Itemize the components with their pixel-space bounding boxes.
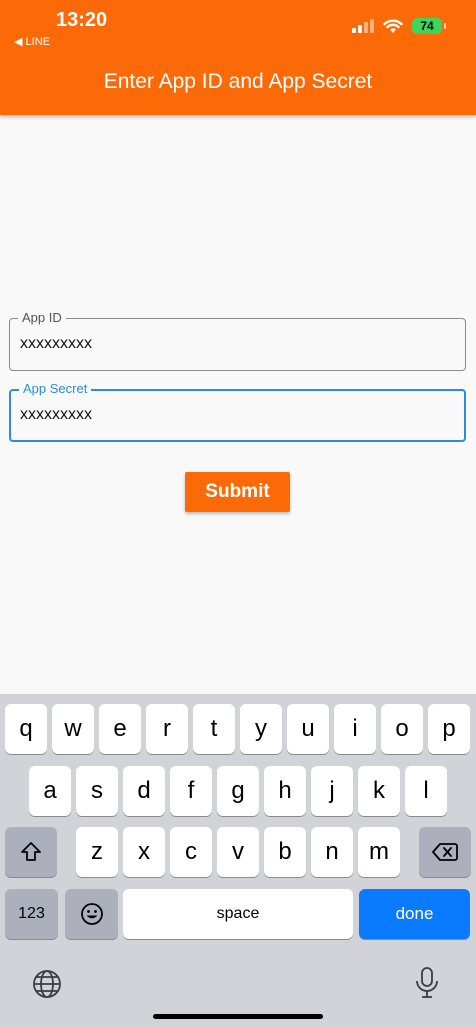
space-key[interactable]: space bbox=[123, 889, 353, 939]
signal-icon bbox=[352, 19, 374, 33]
page-title: Enter App ID and App Secret bbox=[103, 70, 373, 93]
wifi-icon bbox=[383, 19, 403, 33]
app-bar: 13:20 ◀ LINE 74 Enter App ID and App Sec… bbox=[0, 0, 476, 115]
key-k[interactable]: k bbox=[358, 766, 400, 816]
key-u[interactable]: u bbox=[287, 704, 329, 754]
app-id-value: xxxxxxxxx bbox=[20, 335, 92, 352]
backspace-key[interactable] bbox=[419, 827, 471, 877]
key-d[interactable]: d bbox=[123, 766, 165, 816]
numbers-key[interactable]: 123 bbox=[5, 889, 58, 939]
status-time: 13:20 bbox=[56, 9, 108, 31]
key-q[interactable]: q bbox=[5, 704, 47, 754]
key-g[interactable]: g bbox=[217, 766, 259, 816]
key-o[interactable]: o bbox=[381, 704, 423, 754]
key-z[interactable]: z bbox=[76, 827, 118, 877]
key-h[interactable]: h bbox=[264, 766, 306, 816]
key-s[interactable]: s bbox=[76, 766, 118, 816]
status-icons: 74 bbox=[352, 18, 446, 34]
emoji-icon bbox=[80, 903, 103, 925]
microphone-icon[interactable] bbox=[414, 966, 440, 1000]
shift-icon bbox=[21, 842, 41, 861]
emoji-key[interactable] bbox=[65, 889, 118, 939]
key-f[interactable]: f bbox=[170, 766, 212, 816]
battery-level: 74 bbox=[420, 19, 434, 33]
globe-icon[interactable] bbox=[31, 968, 63, 1000]
key-t[interactable]: t bbox=[193, 704, 235, 754]
app-id-label: App ID bbox=[18, 310, 66, 325]
done-key[interactable]: done bbox=[359, 889, 470, 939]
back-to-line-link[interactable]: ◀ LINE bbox=[14, 35, 50, 48]
key-i[interactable]: i bbox=[334, 704, 376, 754]
submit-button[interactable]: Submit bbox=[185, 472, 290, 512]
app-id-field[interactable]: App ID xxxxxxxxx bbox=[9, 310, 466, 371]
key-w[interactable]: w bbox=[52, 704, 94, 754]
backspace-icon bbox=[432, 843, 458, 861]
key-m[interactable]: m bbox=[358, 827, 400, 877]
key-v[interactable]: v bbox=[217, 827, 259, 877]
key-j[interactable]: j bbox=[311, 766, 353, 816]
keyboard: q w e r t y u i o p a s d f g h j k l z … bbox=[0, 694, 476, 1028]
key-c[interactable]: c bbox=[170, 827, 212, 877]
key-e[interactable]: e bbox=[99, 704, 141, 754]
battery-icon: 74 bbox=[412, 18, 446, 34]
key-p[interactable]: p bbox=[428, 704, 470, 754]
key-b[interactable]: b bbox=[264, 827, 306, 877]
home-indicator bbox=[153, 1014, 323, 1019]
key-r[interactable]: r bbox=[146, 704, 188, 754]
app-secret-label: App Secret bbox=[19, 381, 92, 396]
key-a[interactable]: a bbox=[29, 766, 71, 816]
key-l[interactable]: l bbox=[405, 766, 447, 816]
app-secret-value: xxxxxxxxx bbox=[20, 406, 92, 423]
shift-key[interactable] bbox=[5, 827, 57, 877]
app-secret-field[interactable]: App Secret xxxxxxxxx bbox=[9, 381, 466, 442]
key-n[interactable]: n bbox=[311, 827, 353, 877]
key-x[interactable]: x bbox=[123, 827, 165, 877]
key-y[interactable]: y bbox=[240, 704, 282, 754]
